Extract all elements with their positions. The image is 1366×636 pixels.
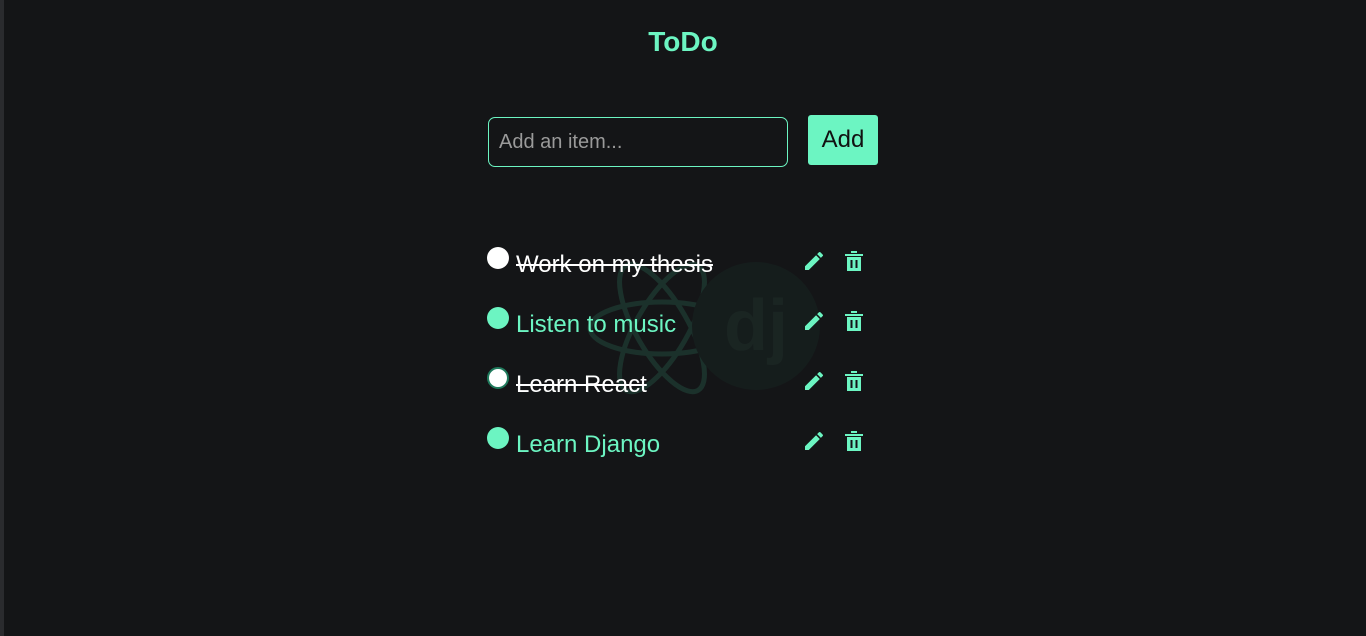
- trash-icon[interactable]: [842, 429, 866, 453]
- todo-item: Learn React: [487, 361, 887, 401]
- page-title: ToDo: [648, 26, 718, 57]
- add-item-input[interactable]: [488, 117, 788, 167]
- todo-item-label[interactable]: Work on my thesis: [516, 251, 713, 279]
- complete-toggle[interactable]: [487, 247, 509, 269]
- complete-toggle[interactable]: [487, 367, 509, 389]
- pencil-icon[interactable]: [802, 369, 826, 393]
- todo-item: Work on my thesis: [487, 241, 887, 281]
- trash-icon[interactable]: [842, 369, 866, 393]
- todo-item-label[interactable]: Listen to music: [516, 311, 676, 339]
- pencil-icon[interactable]: [802, 249, 826, 273]
- add-button[interactable]: Add: [808, 115, 878, 165]
- trash-icon[interactable]: [842, 309, 866, 333]
- pencil-icon[interactable]: [802, 429, 826, 453]
- complete-toggle[interactable]: [487, 307, 509, 329]
- todo-item: Listen to music: [487, 301, 887, 341]
- trash-icon[interactable]: [842, 249, 866, 273]
- todo-item-label[interactable]: Learn Django: [516, 431, 660, 459]
- todo-item: Learn Django: [487, 421, 887, 461]
- todo-item-label[interactable]: Learn React: [516, 371, 647, 399]
- complete-toggle[interactable]: [487, 427, 509, 449]
- window-edge: [0, 0, 4, 636]
- pencil-icon[interactable]: [802, 309, 826, 333]
